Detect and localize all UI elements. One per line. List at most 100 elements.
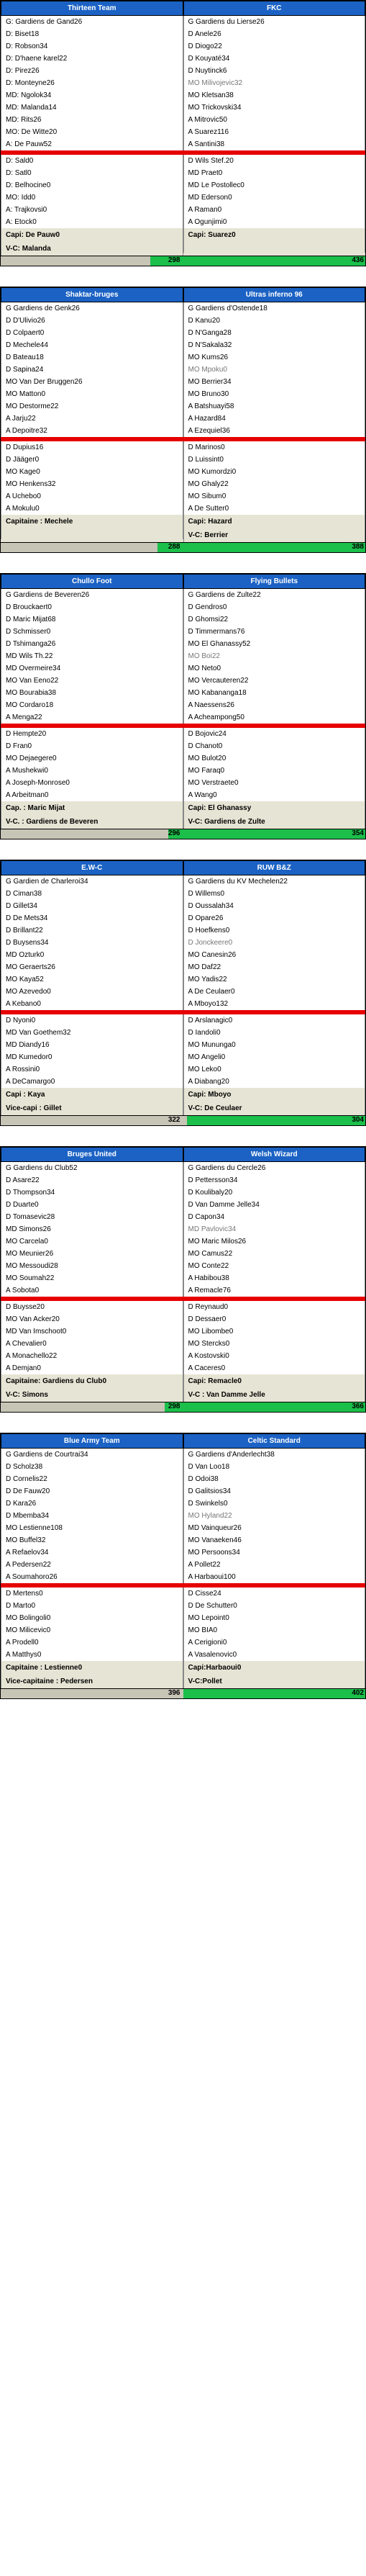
team1-captains: Capitaine : Mechele xyxy=(1,515,183,542)
team2-lineup: G Gardiens du Cercle26D Pettersson34D Ko… xyxy=(183,1162,366,1297)
lineup-cell: D Colpaert0 xyxy=(1,327,183,339)
lineup-cell: D Duarte0 xyxy=(1,1199,183,1211)
score-bar: 322304 xyxy=(1,1115,365,1125)
lineup-cell: D Buysens34 xyxy=(1,937,183,949)
team1-name: Chullo Foot xyxy=(1,574,183,589)
lineup-cell: D De Mets34 xyxy=(1,912,183,924)
lineup-cell: MO Vanaeken46 xyxy=(183,1534,366,1546)
lineup-cell: MO Neto0 xyxy=(183,662,366,675)
team2-name: Celtic Standard xyxy=(183,1433,366,1449)
starting-lineups: G: Gardiens de Gand26D: Biset18D: Robson… xyxy=(1,16,365,150)
lineup-cell: D Swinkels0 xyxy=(183,1498,366,1510)
lineup-cell: Capi: Hazard xyxy=(183,515,366,528)
team1-captains: Capi: De Pauw0V-C: Malanda xyxy=(1,228,183,256)
team1-lineup: G Gardien de Charleroi34D Ciman38D Gille… xyxy=(1,875,183,1010)
lineup-cell: MO Kage0 xyxy=(1,466,183,478)
lineup-cell: G Gardiens de Genk26 xyxy=(1,302,183,315)
lineup-cell: D Dupius16 xyxy=(1,441,183,454)
lineup-cell: MO Van Acker20 xyxy=(1,1313,183,1325)
lineup-cell: D De Schutter0 xyxy=(183,1600,366,1612)
lineup-cell: A Acheampong50 xyxy=(183,711,366,724)
lineup-cell: V-C: Simons xyxy=(1,1388,183,1402)
lineup-cell: D Luissint0 xyxy=(183,454,366,466)
lineup-cell: D Van Loo18 xyxy=(183,1461,366,1473)
lineup-cell: D: D'haene karel22 xyxy=(1,53,183,65)
lineup-cell: A Raman0 xyxy=(183,204,366,216)
lineup-cell: MO Lepoint0 xyxy=(183,1612,366,1624)
lineup-cell: G: Gardiens de Gand26 xyxy=(1,16,183,28)
lineup-cell: MO Trickovski34 xyxy=(183,102,366,114)
lineup-cell: Capi : Kaya xyxy=(1,1088,183,1102)
lineup-cell: MO Sibum0 xyxy=(183,490,366,503)
lineup-cell: D Odoi38 xyxy=(183,1473,366,1485)
lineup-cell: V-C : Van Damme Jelle xyxy=(183,1388,366,1402)
lineup-cell: MO Kaya52 xyxy=(1,973,183,986)
lineup-cell: A Batshuayi58 xyxy=(183,400,366,413)
lineup-cell: D: Satl0 xyxy=(1,167,183,179)
lineup-cell: MD Le Postollec0 xyxy=(183,179,366,192)
lineup-cell: D Scholz38 xyxy=(1,1461,183,1473)
match-header: Thirteen TeamFKC xyxy=(1,1,365,16)
lineup-cell: G Gardiens de Beveren26 xyxy=(1,589,183,601)
lineup-cell: MD Van Goethem32 xyxy=(1,1027,183,1039)
starting-lineups: G Gardiens de Courtrai34D Scholz38D Corn… xyxy=(1,1449,365,1583)
lineup-cell: D Jonckeere0 xyxy=(183,937,366,949)
lineup-cell: Vice-capi : Gillet xyxy=(1,1102,183,1115)
lineup-cell: A Ogunjimi0 xyxy=(183,216,366,228)
lineup-cell: A Demjan0 xyxy=(1,1362,183,1374)
lineup-cell: G Gardien de Charleroi34 xyxy=(1,875,183,888)
lineup-cell: D N'Sakala32 xyxy=(183,339,366,351)
match-block: Chullo FootFlying BulletsG Gardiens de B… xyxy=(0,573,366,839)
lineup-cell: D Marinos0 xyxy=(183,441,366,454)
team2-captains: Capi: Suarez0 xyxy=(183,228,366,256)
lineup-cell: MO Conte22 xyxy=(183,1260,366,1272)
lineup-cell: MO Messoudi28 xyxy=(1,1260,183,1272)
team2-name: RUW B&Z xyxy=(183,860,366,875)
lineup-cell: D Nuytinck6 xyxy=(183,65,366,77)
lineup-cell: MO BIA0 xyxy=(183,1624,366,1636)
score-bar-left xyxy=(1,256,150,266)
lineup-cell: A Kostovski0 xyxy=(183,1350,366,1362)
lineup-cell: MO Yadis22 xyxy=(183,973,366,986)
lineup-cell: A Depoitre32 xyxy=(1,425,183,437)
lineup-cell: D Mbemba34 xyxy=(1,1510,183,1522)
lineup-cell: D: Biset18 xyxy=(1,28,183,40)
lineup-cell: A Kebano0 xyxy=(1,998,183,1010)
captain-block: Capi : KayaVice-capi : GilletCapi: Mboyo… xyxy=(1,1088,365,1115)
subs-lineups: D: Sald0D: Satl0D: Belhocine0MO: Idd0A: … xyxy=(1,155,365,228)
lineup-cell: G Gardiens du Cercle26 xyxy=(183,1162,366,1174)
team2-captains: Capi:Harbaoui0V-C:Pollet xyxy=(183,1661,366,1688)
lineup-cell: D Koulibaly20 xyxy=(183,1186,366,1199)
lineup-cell: MO Persoons34 xyxy=(183,1546,366,1559)
lineup-cell: D Kouyaté34 xyxy=(183,53,366,65)
lineup-cell: A Vasalenovic0 xyxy=(183,1649,366,1661)
score-bar-left xyxy=(1,1689,183,1698)
lineup-cell: G Gardiens d'Anderlecht38 xyxy=(183,1449,366,1461)
lineup-cell: MD Vainqueur26 xyxy=(183,1522,366,1534)
lineup-cell: A Soumahoro26 xyxy=(1,1571,183,1583)
lineup-cell: MO Milicevic0 xyxy=(1,1624,183,1636)
lineup-cell: MD: Rits26 xyxy=(1,114,183,126)
lineup-cell: G Gardiens d'Ostende18 xyxy=(183,302,366,315)
team2-name: FKC xyxy=(183,1,366,16)
lineup-cell: MO Boi22 xyxy=(183,650,366,662)
score-bar: 296354 xyxy=(1,829,365,839)
score-bar: 396402 xyxy=(1,1688,365,1698)
score-bar: 288388 xyxy=(1,542,365,552)
lineup-cell: A De Sutter0 xyxy=(183,503,366,515)
captain-block: Capi: De Pauw0V-C: MalandaCapi: Suarez0 xyxy=(1,228,365,256)
lineup-cell: MO Libombe0 xyxy=(183,1325,366,1338)
lineup-cell xyxy=(1,528,183,539)
lineup-cell: MO El Ghanassy52 xyxy=(183,638,366,650)
lineup-cell: MO Daf22 xyxy=(183,961,366,973)
lineup-cell: D Ciman38 xyxy=(1,888,183,900)
team2-subs: D Reynaud0D Dessaer0MO Libombe0MO Sterck… xyxy=(183,1301,366,1374)
team1-name: Bruges United xyxy=(1,1147,183,1162)
lineup-cell: D: Pirez26 xyxy=(1,65,183,77)
lineup-cell: MD Kumedor0 xyxy=(1,1051,183,1063)
lineup-cell: MD Simons26 xyxy=(1,1223,183,1235)
lineup-cell: A Diabang20 xyxy=(183,1076,366,1088)
team1-subs: D: Sald0D: Satl0D: Belhocine0MO: Idd0A: … xyxy=(1,155,183,228)
team2-captains: Capi: HazardV-C: Berrier xyxy=(183,515,366,542)
lineup-cell: D Tomasevic28 xyxy=(1,1211,183,1223)
